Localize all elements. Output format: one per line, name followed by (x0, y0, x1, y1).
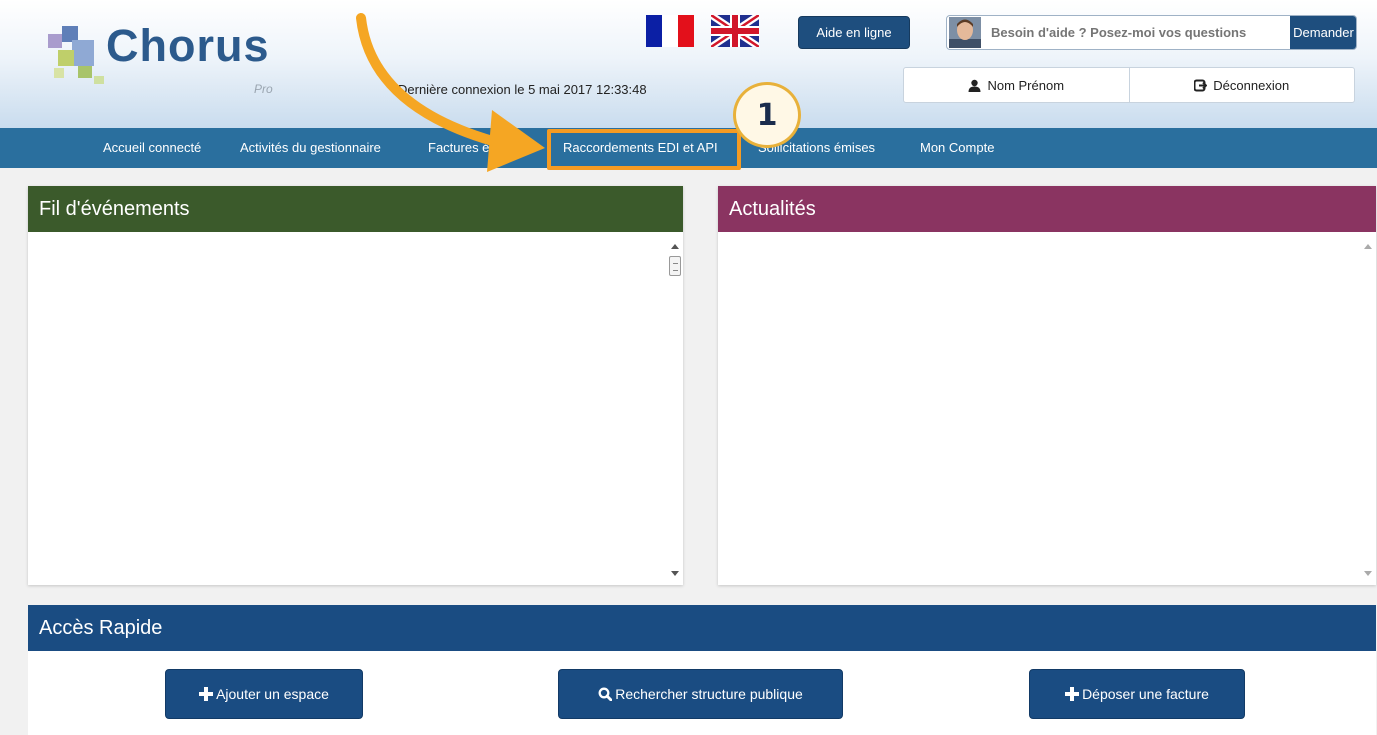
user-account-button[interactable]: Nom Prénom (904, 68, 1129, 102)
search-public-structure-button[interactable]: Rechercher structure publique (558, 669, 843, 719)
chorus-pro-logo[interactable]: Chorus Pro (40, 14, 300, 104)
last-login-text: Dernière connexion le 5 mai 2017 12:33:4… (398, 82, 647, 97)
scroll-down-icon[interactable] (671, 571, 679, 576)
nav-item-mon-compte[interactable]: Mon Compte (920, 128, 994, 168)
logout-label: Déconnexion (1213, 77, 1290, 93)
events-panel: Fil d'événements (28, 186, 683, 585)
scroll-thumb[interactable] (669, 256, 681, 276)
search-public-structure-label: Rechercher structure publique (615, 686, 803, 702)
events-scrollbar[interactable] (667, 232, 683, 585)
nav-item-factures-emises[interactable]: Factures émises (428, 128, 523, 168)
events-panel-title: Fil d'événements (28, 186, 683, 232)
logo-subtitle: Pro (254, 82, 273, 96)
news-panel: Actualités (718, 186, 1376, 585)
logo-squares-icon (48, 26, 104, 84)
nav-item-activites[interactable]: Activités du gestionnaire (240, 128, 381, 168)
logo-text: Chorus (106, 20, 270, 71)
nav-item-accueil[interactable]: Accueil connecté (103, 128, 201, 168)
scroll-down-icon[interactable] (1364, 571, 1372, 576)
step-number-badge: 1 (733, 82, 801, 148)
submit-invoice-label: Déposer une facture (1082, 686, 1209, 702)
logout-icon (1194, 79, 1208, 91)
scroll-up-icon[interactable] (1364, 244, 1372, 249)
user-name: Nom Prénom (987, 77, 1065, 93)
assistant-avatar (949, 17, 981, 48)
quick-access-title: Accès Rapide (28, 605, 1376, 651)
help-chat-input[interactable] (987, 16, 1292, 49)
plus-icon (1065, 687, 1080, 701)
search-icon (598, 687, 613, 701)
help-chat-box: Demander (946, 15, 1357, 50)
ask-button[interactable]: Demander (1290, 16, 1356, 49)
submit-invoice-button[interactable]: Déposer une facture (1029, 669, 1245, 719)
plus-icon (199, 687, 214, 701)
news-scrollbar[interactable] (1360, 232, 1376, 585)
nav-highlight-box (547, 129, 741, 170)
scroll-up-icon[interactable] (671, 244, 679, 249)
news-panel-title: Actualités (718, 186, 1376, 232)
add-space-button[interactable]: Ajouter un espace (165, 669, 363, 719)
header: Chorus Pro Dernière connexion le 5 mai 2… (0, 0, 1377, 128)
french-flag-icon[interactable] (646, 15, 694, 47)
user-icon (968, 79, 981, 92)
add-space-label: Ajouter un espace (216, 686, 329, 702)
logout-button[interactable]: Déconnexion (1128, 68, 1355, 102)
english-flag-icon[interactable] (711, 15, 759, 47)
online-help-button[interactable]: Aide en ligne (798, 16, 910, 49)
user-bar: Nom Prénom Déconnexion (903, 67, 1355, 103)
